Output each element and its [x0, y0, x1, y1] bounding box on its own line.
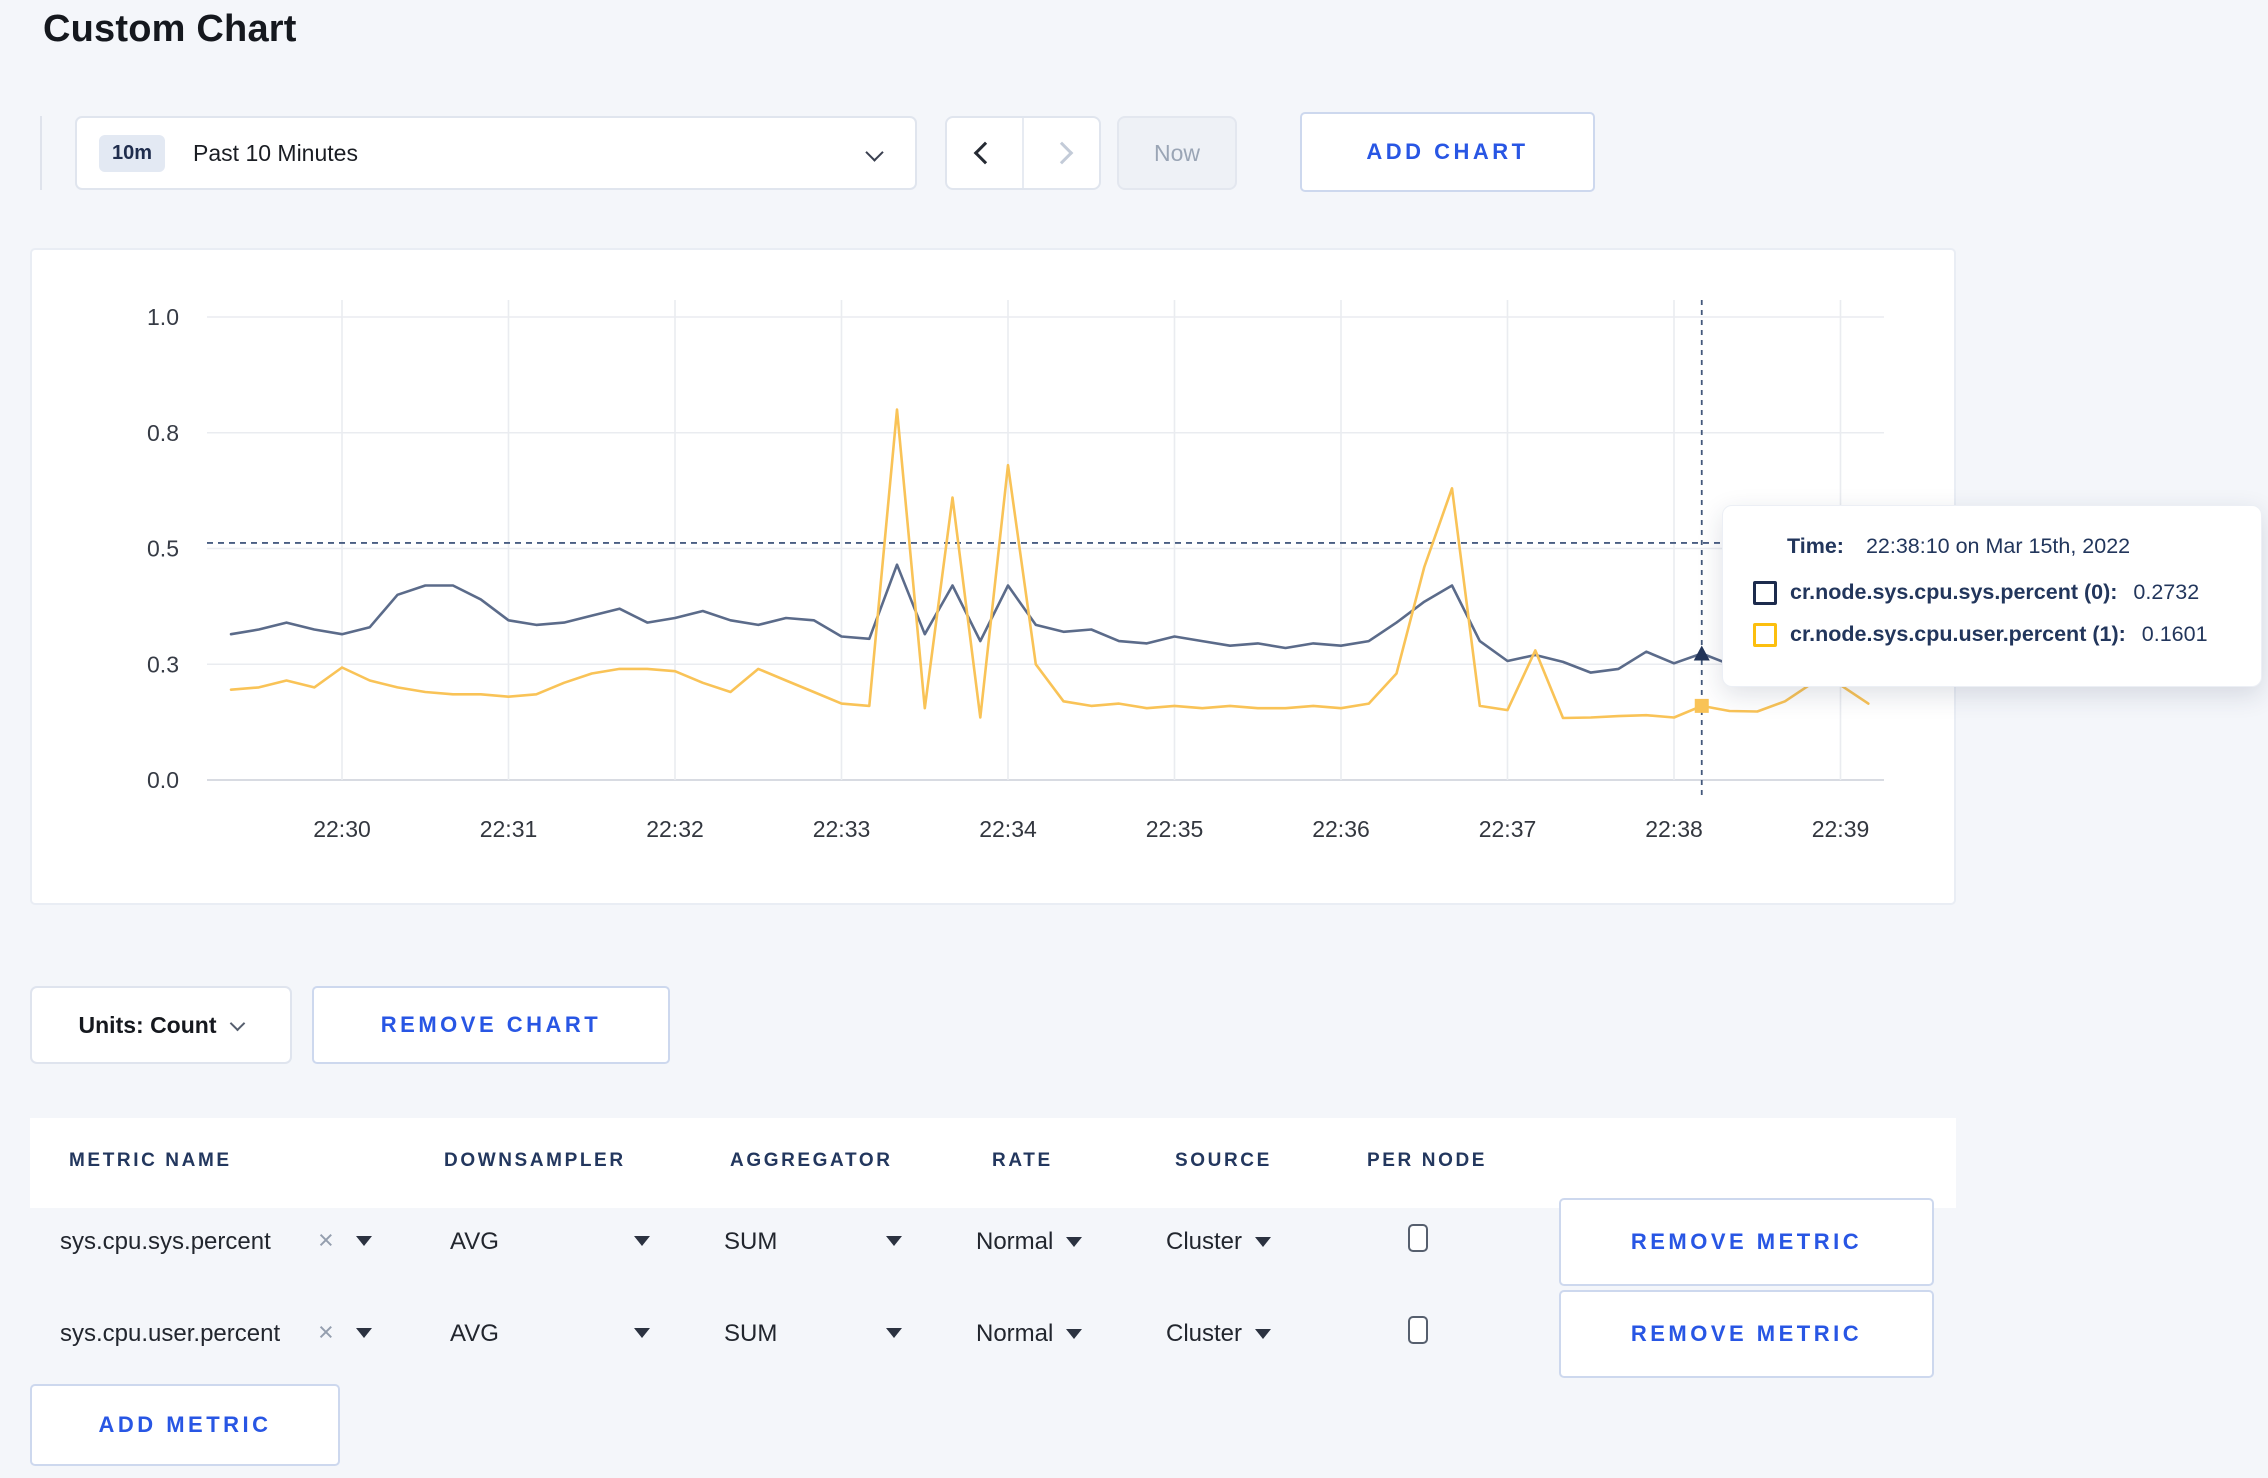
- remove-chart-button[interactable]: REMOVE CHART: [312, 986, 670, 1064]
- x-axis-tick-label: 22:31: [480, 816, 538, 842]
- remove-metric-button[interactable]: REMOVE METRIC: [1559, 1198, 1934, 1286]
- units-dropdown[interactable]: Units: Count: [30, 986, 292, 1064]
- chevron-down-icon: [230, 1015, 246, 1031]
- chart-hover-tooltip: Time: 22:38:10 on Mar 15th, 2022 cr.node…: [1722, 505, 2262, 687]
- y-axis-tick-label: 0.0: [147, 767, 179, 793]
- x-axis-tick-label: 22:33: [813, 816, 871, 842]
- tooltip-series-name: cr.node.sys.cpu.user.percent (1):: [1790, 622, 2126, 646]
- aggregator-caret-icon[interactable]: [886, 1328, 902, 1338]
- x-axis-tick-label: 22:37: [1479, 816, 1537, 842]
- metric-dropdown-caret-icon[interactable]: [356, 1236, 372, 1246]
- y-axis-tick-label: 0.5: [147, 536, 179, 562]
- source-value: Cluster: [1166, 1228, 1243, 1255]
- rate-value: Normal: [976, 1228, 1054, 1255]
- downsampler-caret-icon[interactable]: [634, 1236, 650, 1246]
- x-axis-tick-label: 22:30: [313, 816, 371, 842]
- tooltip-series-value: 0.1601: [2141, 622, 2208, 646]
- time-range-dropdown[interactable]: 10m Past 10 Minutes: [75, 116, 917, 190]
- metric-name-value[interactable]: sys.cpu.sys.percent: [60, 1228, 271, 1256]
- downsampler-caret-icon[interactable]: [634, 1328, 650, 1338]
- source-value: Cluster: [1166, 1320, 1243, 1347]
- x-axis-tick-label: 22:34: [979, 816, 1037, 842]
- time-next-button[interactable]: [1024, 118, 1099, 188]
- toolbar-left-divider: [40, 116, 42, 190]
- units-label: Units: Count: [78, 1011, 217, 1038]
- page-title: Custom Chart: [43, 8, 297, 50]
- x-axis-tick-label: 22:38: [1645, 816, 1703, 842]
- rate-caret-icon: [1066, 1237, 1083, 1247]
- chart-line-series-0: [229, 563, 1870, 674]
- downsampler-select[interactable]: AVG: [450, 1228, 499, 1256]
- tooltip-series-name: cr.node.sys.cpu.sys.percent (0):: [1790, 580, 2118, 604]
- chevron-right-icon: [1050, 141, 1073, 165]
- source-caret-icon: [1255, 1237, 1272, 1247]
- downsampler-select[interactable]: AVG: [450, 1320, 499, 1348]
- tooltip-series-value: 0.2732: [2133, 580, 2200, 604]
- tooltip-time-row: Time: 22:38:10 on Mar 15th, 2022: [1787, 534, 2231, 559]
- y-axis-tick-label: 1.0: [147, 304, 179, 330]
- chevron-left-icon: [973, 141, 996, 165]
- x-axis-tick-label: 22:39: [1812, 816, 1870, 842]
- y-axis-tick-label: 0.8: [147, 420, 179, 446]
- y-axis-tick-label: 0.3: [147, 651, 179, 677]
- source-select[interactable]: Cluster: [1166, 1228, 1272, 1256]
- aggregator-caret-icon[interactable]: [886, 1236, 902, 1246]
- aggregator-select[interactable]: SUM: [724, 1320, 777, 1348]
- source-caret-icon: [1255, 1329, 1272, 1339]
- column-header-aggregator: AGGREGATOR: [730, 1150, 893, 1171]
- source-select[interactable]: Cluster: [1166, 1320, 1272, 1348]
- tooltip-series-row: cr.node.sys.cpu.user.percent (1): 0.1601: [1753, 622, 2231, 647]
- metric-dropdown-caret-icon[interactable]: [356, 1328, 372, 1338]
- add-metric-button[interactable]: ADD METRIC: [30, 1384, 340, 1466]
- column-header-rate: RATE: [992, 1150, 1053, 1171]
- x-axis-tick-label: 22:32: [646, 816, 704, 842]
- time-range-label: Past 10 Minutes: [193, 139, 358, 166]
- series-swatch-icon: [1753, 622, 1777, 647]
- x-axis-tick-label: 22:35: [1146, 816, 1204, 842]
- chart-plot-area[interactable]: 0.0 0.3 0.5 0.8 1.0 22:30 22:31 22:32 22:33 22:34…: [32, 250, 1958, 907]
- aggregator-select[interactable]: SUM: [724, 1228, 777, 1256]
- rate-caret-icon: [1066, 1329, 1083, 1339]
- column-header-downsampler: DOWNSAMPLER: [444, 1150, 626, 1171]
- hover-marker-series-0: [1693, 645, 1710, 661]
- tooltip-series-row: cr.node.sys.cpu.sys.percent (0): 0.2732: [1753, 580, 2231, 605]
- clear-metric-icon[interactable]: ×: [318, 1319, 334, 1346]
- column-header-per-node: PER NODE: [1367, 1150, 1488, 1171]
- chevron-down-icon: [865, 143, 884, 162]
- remove-metric-button[interactable]: REMOVE METRIC: [1559, 1290, 1934, 1378]
- custom-chart-page: Custom Chart 10m Past 10 Minutes Now ADD…: [0, 0, 2268, 1478]
- time-range-badge: 10m: [99, 134, 166, 172]
- column-header-metric-name: METRIC NAME: [69, 1150, 232, 1171]
- add-chart-button[interactable]: ADD CHART: [1300, 112, 1595, 192]
- rate-select[interactable]: Normal: [976, 1320, 1083, 1348]
- per-node-checkbox[interactable]: [1408, 1316, 1428, 1344]
- metric-name-value[interactable]: sys.cpu.user.percent: [60, 1320, 280, 1348]
- hover-marker-series-1: [1694, 698, 1709, 713]
- per-node-checkbox[interactable]: [1408, 1224, 1428, 1252]
- series-swatch-icon: [1753, 580, 1777, 605]
- x-axis-tick-label: 22:36: [1312, 816, 1370, 842]
- chart-line-series-1: [229, 408, 1870, 720]
- clear-metric-icon[interactable]: ×: [318, 1227, 334, 1254]
- time-nav-group: [945, 116, 1101, 190]
- chart-card: 0.0 0.3 0.5 0.8 1.0 22:30 22:31 22:32 22:33 22:34…: [30, 248, 1956, 905]
- column-header-source: SOURCE: [1175, 1150, 1272, 1171]
- metrics-table-header: METRIC NAME DOWNSAMPLER AGGREGATOR RATE …: [30, 1118, 1956, 1208]
- rate-value: Normal: [976, 1320, 1054, 1347]
- tooltip-time-value: 22:38:10 on Mar 15th, 2022: [1865, 534, 2131, 558]
- now-button[interactable]: Now: [1117, 116, 1237, 190]
- tooltip-time-label: Time:: [1787, 534, 1844, 558]
- rate-select[interactable]: Normal: [976, 1228, 1083, 1256]
- time-prev-button[interactable]: [947, 118, 1024, 188]
